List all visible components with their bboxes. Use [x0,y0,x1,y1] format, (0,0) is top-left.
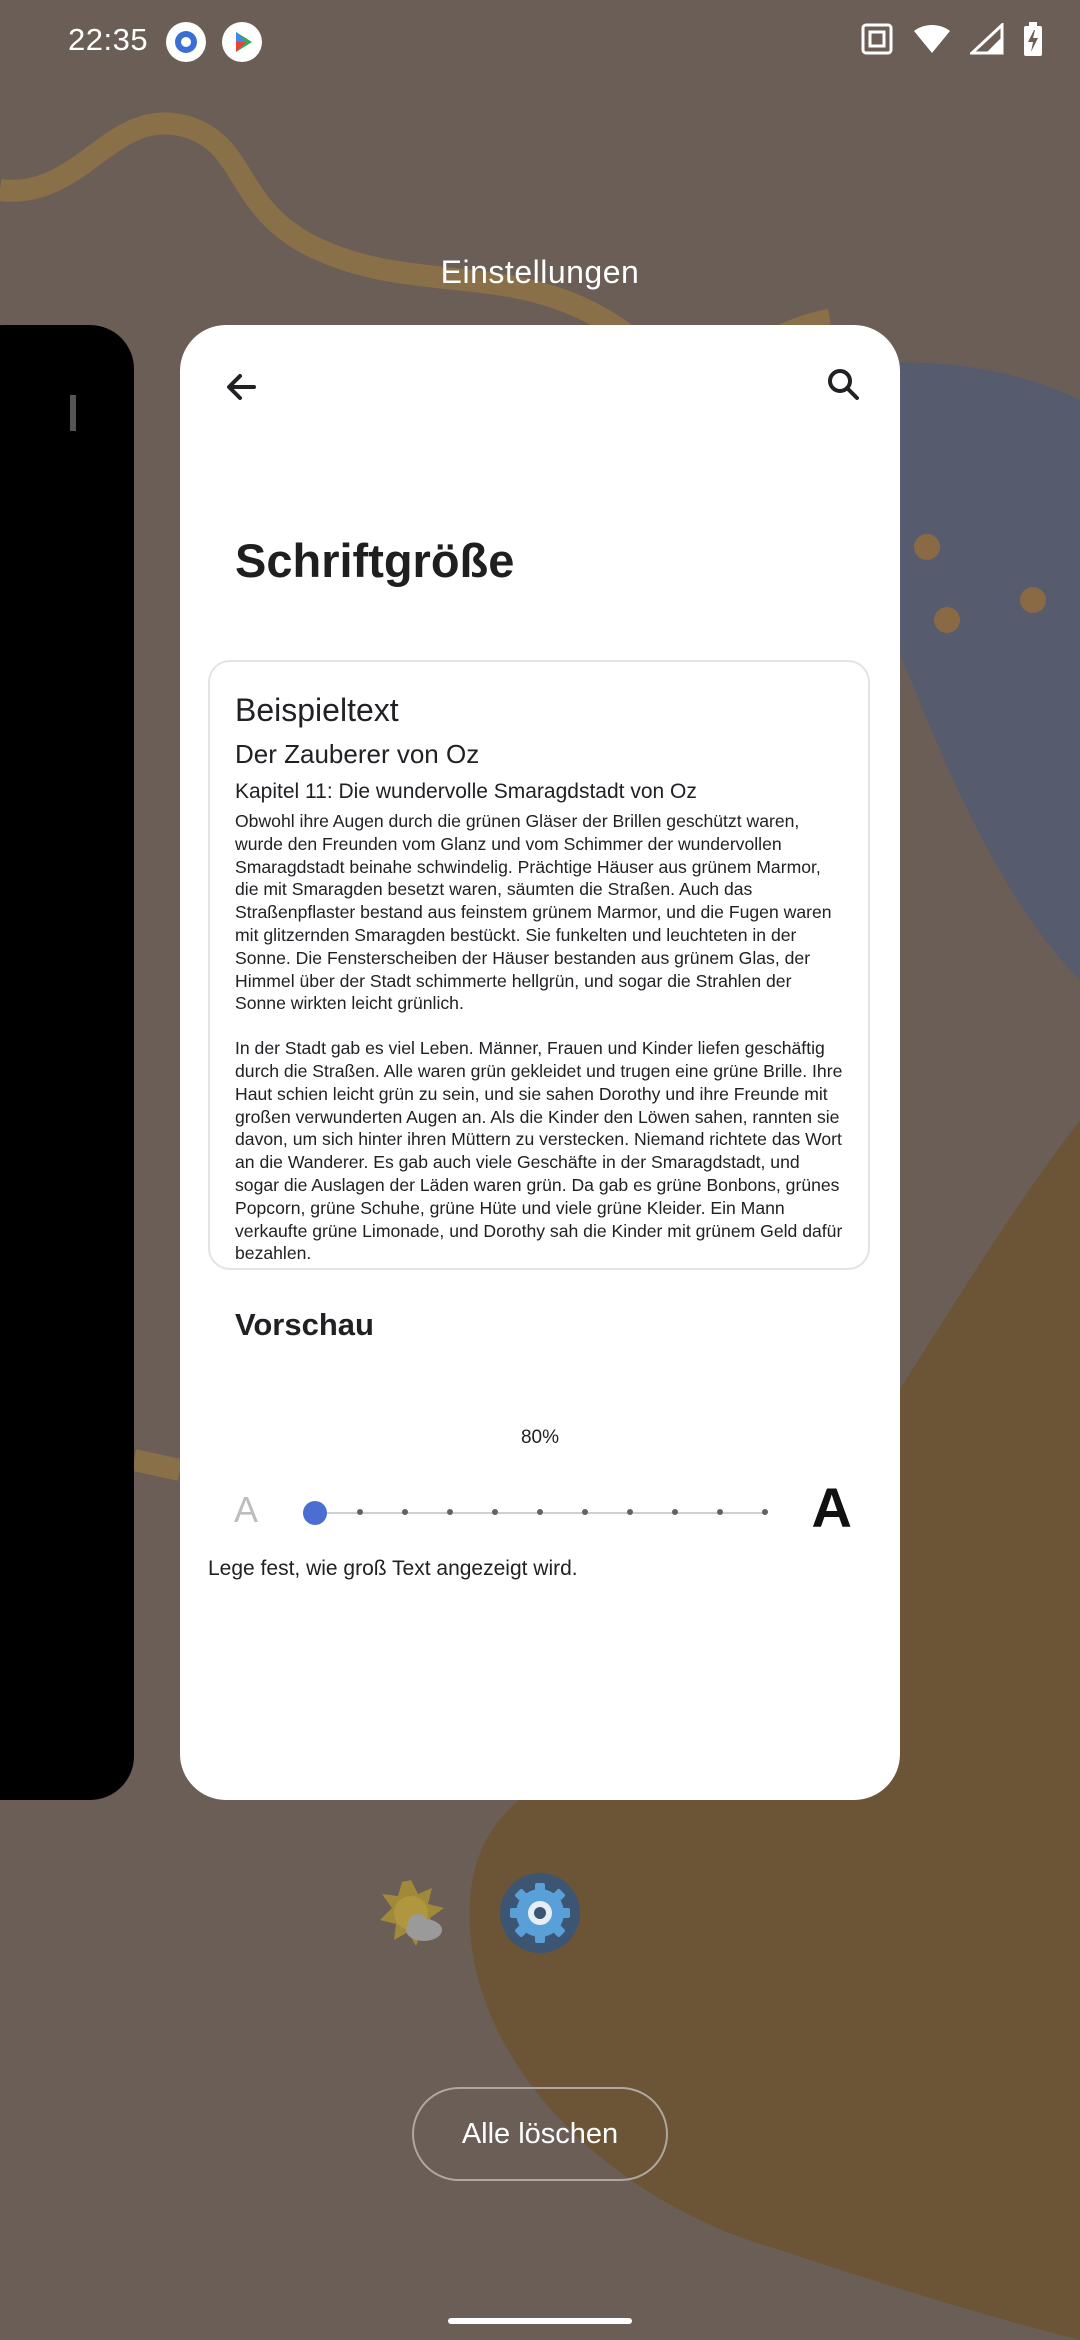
clear-all-button[interactable]: Alle löschen [412,2087,668,2181]
slider-tick[interactable] [357,1509,363,1515]
sample-book-title: Der Zauberer von Oz [235,739,480,769]
nfc-icon [861,23,893,55]
weather-icon[interactable] [374,1876,448,1950]
slider-tick[interactable] [717,1509,723,1515]
sample-heading: Beispieltext [235,692,399,728]
slider-tick[interactable] [492,1509,498,1515]
font-size-caption: Lege fest, wie groß Text angezeigt wird. [208,1557,578,1580]
preview-label: Vorschau [235,1307,374,1342]
search-icon[interactable] [812,353,876,417]
sample-chapter: Kapitel 11: Die wundervolle Smaragdstadt… [235,780,697,803]
status-bar: 22:35 [0,0,1080,90]
slider-tick[interactable] [582,1509,588,1515]
sample-paragraph-1: Obwohl ihre Augen durch die grünen Gläse… [235,811,832,1014]
settings-app-card[interactable]: Schriftgröße Beispieltext Der Zauberer v… [180,325,900,1800]
slider-tick[interactable] [762,1509,768,1515]
previous-app-card[interactable] [0,325,134,1800]
play-store-notification-icon [222,22,262,62]
status-icons [860,22,1044,56]
signal-icon [970,23,1004,55]
font-size-slider[interactable] [303,1501,768,1525]
slider-tick[interactable] [402,1509,408,1515]
page-title: Schriftgröße [235,534,515,587]
slider-thumb[interactable] [303,1501,327,1525]
slider-tick[interactable] [672,1509,678,1515]
settings-gear-icon[interactable] [500,1873,580,1953]
slider-tick[interactable] [447,1509,453,1515]
sample-text-box: Beispieltext Der Zauberer von Oz Kapitel… [208,660,870,1270]
arrow-back-icon[interactable] [210,355,274,419]
recents-app-title: Einstellungen [440,254,640,290]
small-font-glyph: A [234,1489,259,1530]
wifi-icon [914,25,950,53]
navigation-handle[interactable] [448,2318,632,2324]
slider-tick[interactable] [627,1509,633,1515]
battery-charging-icon [1024,22,1042,56]
status-time: 22:35 [68,22,149,57]
font-size-percent: 80% [520,1427,560,1448]
sample-paragraph-2: In der Stadt gab es viel Leben. Männer, … [235,1038,843,1264]
slider-tick[interactable] [537,1509,543,1515]
large-font-glyph: A [811,1476,852,1539]
overflow-menu-icon [70,395,76,431]
settings-notification-icon [166,22,206,62]
